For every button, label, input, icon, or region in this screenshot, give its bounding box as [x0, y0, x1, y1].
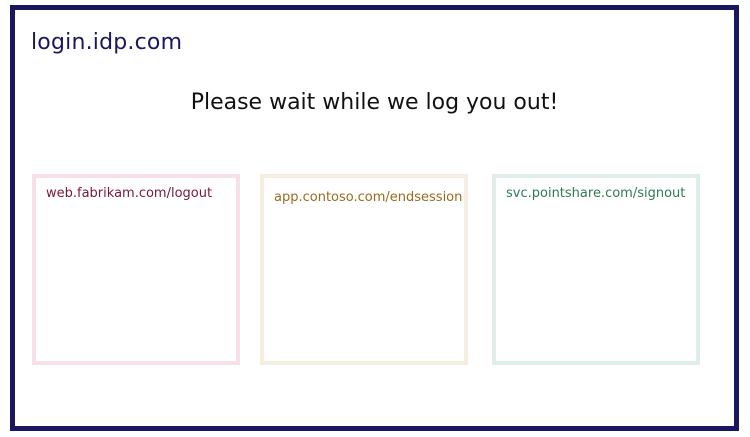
logout-message: Please wait while we log you out!	[190, 90, 559, 115]
logout-page-frame: login.idp.com Please wait while we log y…	[10, 5, 739, 431]
iframe-url-label: app.contoso.com/endsession	[274, 190, 463, 205]
iframe-url-label: svc.pointshare.com/signout	[506, 186, 686, 201]
logout-iframe-contoso: app.contoso.com/endsession	[260, 174, 468, 365]
idp-host-title: login.idp.com	[31, 30, 183, 55]
iframe-url-label: web.fabrikam.com/logout	[46, 186, 213, 201]
logout-iframe-fabrikam: web.fabrikam.com/logout	[32, 174, 240, 365]
logout-iframe-pointshare: svc.pointshare.com/signout	[492, 174, 700, 365]
